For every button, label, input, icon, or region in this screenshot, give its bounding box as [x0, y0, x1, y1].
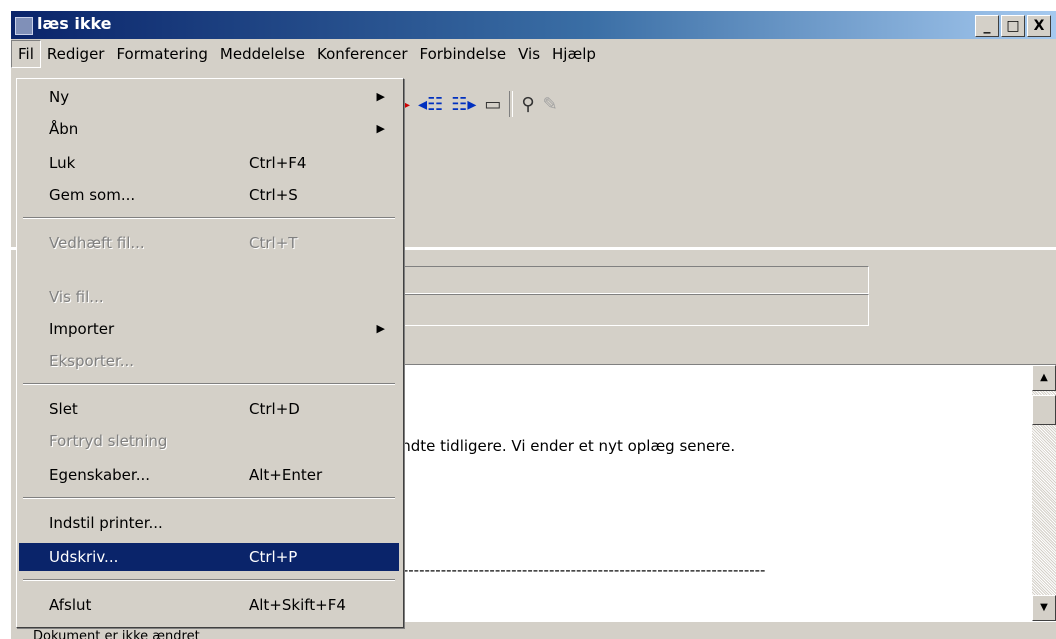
menu-item-vis-fil[interactable]: Vis fil...: [19, 283, 399, 311]
app-icon: [15, 17, 33, 35]
menu-item-label: Luk: [49, 154, 76, 172]
menu-item-shortcut: Ctrl+P: [249, 548, 298, 566]
menu-formatering[interactable]: Formatering: [110, 40, 213, 68]
menu-item-label: Indstil printer...: [49, 514, 163, 532]
menu-item-label: Vis fil...: [49, 288, 104, 306]
menu-item-shortcut: Alt+Enter: [249, 466, 323, 484]
menu-item-label: Vedhæft fil...: [49, 234, 145, 252]
menu-item-eksporter[interactable]: Eksporter...: [19, 347, 399, 375]
menu-item-label: Udskriv...: [49, 548, 119, 566]
menu-separator: [23, 579, 395, 581]
header-field-2[interactable]: [391, 294, 869, 326]
menu-item-egenskaber[interactable]: Egenskaber... Alt+Enter: [19, 461, 399, 489]
tools-icon[interactable]: ✎: [543, 94, 558, 115]
menu-item-shortcut: Ctrl+F4: [249, 154, 307, 172]
menu-konferencer[interactable]: Konferencer: [311, 40, 414, 68]
menu-item-label: Egenskaber...: [49, 466, 151, 484]
submenu-arrow-icon: ▶: [376, 122, 385, 135]
menu-rediger[interactable]: Rediger: [41, 40, 111, 68]
header-field-1[interactable]: [391, 266, 869, 294]
toolbar: ▸ ◂☷ ☷▸ ▭ ⚲ ✎: [401, 91, 558, 117]
menu-item-label: Åbn: [49, 120, 79, 138]
menu-item-label: Afslut: [49, 596, 92, 614]
file-menu-dropdown: Ny ▶ Åbn ▶ Luk Ctrl+F4 Gem som... Ctrl+S…: [16, 78, 404, 628]
submenu-arrow-icon: ▶: [376, 322, 385, 335]
title-bar: læs ikke _ □ X: [11, 11, 1056, 39]
menu-item-label: Importer: [49, 320, 115, 338]
menu-item-label: Fortryd sletning: [49, 432, 168, 450]
close-button[interactable]: X: [1027, 15, 1051, 37]
minimize-button[interactable]: _: [975, 15, 999, 37]
menu-item-label: Gem som...: [49, 186, 136, 204]
folder-icon[interactable]: ▭: [484, 94, 501, 115]
scroll-thumb[interactable]: [1032, 395, 1056, 425]
menu-item-udskriv[interactable]: Udskriv... Ctrl+P: [19, 543, 399, 571]
menu-item-afslut[interactable]: Afslut Alt+Skift+F4: [19, 591, 399, 619]
menu-fil[interactable]: Fil: [11, 40, 41, 68]
message-body[interactable]: endte tidligere. Vi ender et nyt oplæg s…: [391, 364, 1056, 622]
menu-item-slet[interactable]: Slet Ctrl+D: [19, 395, 399, 423]
submenu-arrow-icon: ▶: [376, 90, 385, 103]
next-message-icon[interactable]: ☷▸: [451, 94, 476, 115]
vertical-scrollbar[interactable]: ▲ ▼: [1032, 365, 1056, 621]
menu-item-label: Eksporter...: [49, 352, 135, 370]
menu-item-shortcut: Ctrl+T: [249, 234, 298, 252]
search-icon[interactable]: ⚲: [521, 94, 534, 115]
menu-bar: Fil Rediger Formatering Meddelelse Konfe…: [11, 39, 1056, 69]
menu-item-gem-som[interactable]: Gem som... Ctrl+S: [19, 181, 399, 209]
message-text-line: endte tidligere. Vi ender et nyt oplæg s…: [392, 437, 736, 455]
window-title: læs ikke: [37, 14, 112, 33]
scroll-down-button[interactable]: ▼: [1032, 595, 1056, 621]
menu-item-indstil-printer[interactable]: Indstil printer...: [19, 509, 399, 537]
menu-item-fortryd-sletning[interactable]: Fortryd sletning: [19, 427, 399, 455]
menu-item-ny[interactable]: Ny ▶: [19, 83, 399, 111]
menu-meddelelse[interactable]: Meddelelse: [214, 40, 311, 68]
prev-message-icon[interactable]: ◂☷: [418, 94, 443, 115]
menu-item-importer[interactable]: Importer ▶: [19, 315, 399, 343]
toolbar-separator: [509, 91, 514, 117]
maximize-button[interactable]: □: [1001, 15, 1025, 37]
menu-item-vedhaeft-fil[interactable]: Vedhæft fil... Ctrl+T: [19, 229, 399, 257]
menu-item-luk[interactable]: Luk Ctrl+F4: [19, 149, 399, 177]
window-controls: _ □ X: [975, 15, 1051, 37]
menu-forbindelse[interactable]: Forbindelse: [413, 40, 512, 68]
menu-item-label: Slet: [49, 400, 78, 418]
scroll-up-button[interactable]: ▲: [1032, 365, 1056, 391]
menu-item-aabn[interactable]: Åbn ▶: [19, 115, 399, 143]
menu-separator: [23, 383, 395, 385]
menu-separator: [23, 497, 395, 499]
menu-separator: [23, 217, 395, 219]
menu-item-shortcut: Ctrl+D: [249, 400, 300, 418]
message-divider: ----------------------------------------…: [392, 561, 766, 579]
menu-item-label: Ny: [49, 88, 70, 106]
menu-vis[interactable]: Vis: [512, 40, 546, 68]
menu-hjaelp[interactable]: Hjælp: [546, 40, 602, 68]
menu-item-shortcut: Alt+Skift+F4: [249, 596, 346, 614]
menu-item-shortcut: Ctrl+S: [249, 186, 298, 204]
